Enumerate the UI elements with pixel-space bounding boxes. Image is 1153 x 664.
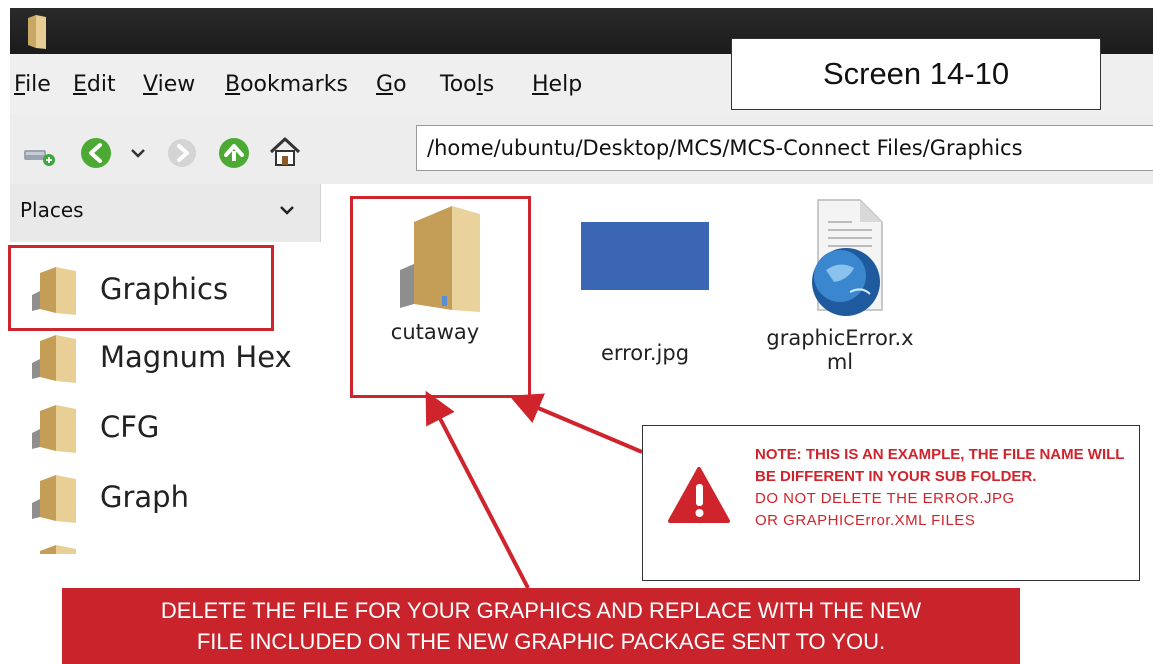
instruction-banner: DELETE THE FILE FOR YOUR GRAPHICS AND RE…: [62, 588, 1020, 664]
note-line1: DO NOT DELETE THE ERROR.JPG: [755, 490, 1015, 507]
note-bold-text: NOTE: THIS IS AN EXAMPLE, THE FILE NAME …: [755, 446, 1125, 485]
warning-icon: [668, 467, 730, 523]
note-callout: NOTE: THIS IS AN EXAMPLE, THE FILE NAME …: [642, 425, 1140, 581]
arrow-from-note: [509, 393, 643, 454]
banner-line2: FILE INCLUDED ON THE NEW GRAPHIC PACKAGE…: [196, 629, 886, 654]
banner-line1: DELETE THE FILE FOR YOUR GRAPHICS AND RE…: [160, 598, 922, 623]
note-line2: OR GRAPHICError.XML FILES: [755, 512, 976, 529]
arrow-from-banner: [425, 390, 530, 589]
